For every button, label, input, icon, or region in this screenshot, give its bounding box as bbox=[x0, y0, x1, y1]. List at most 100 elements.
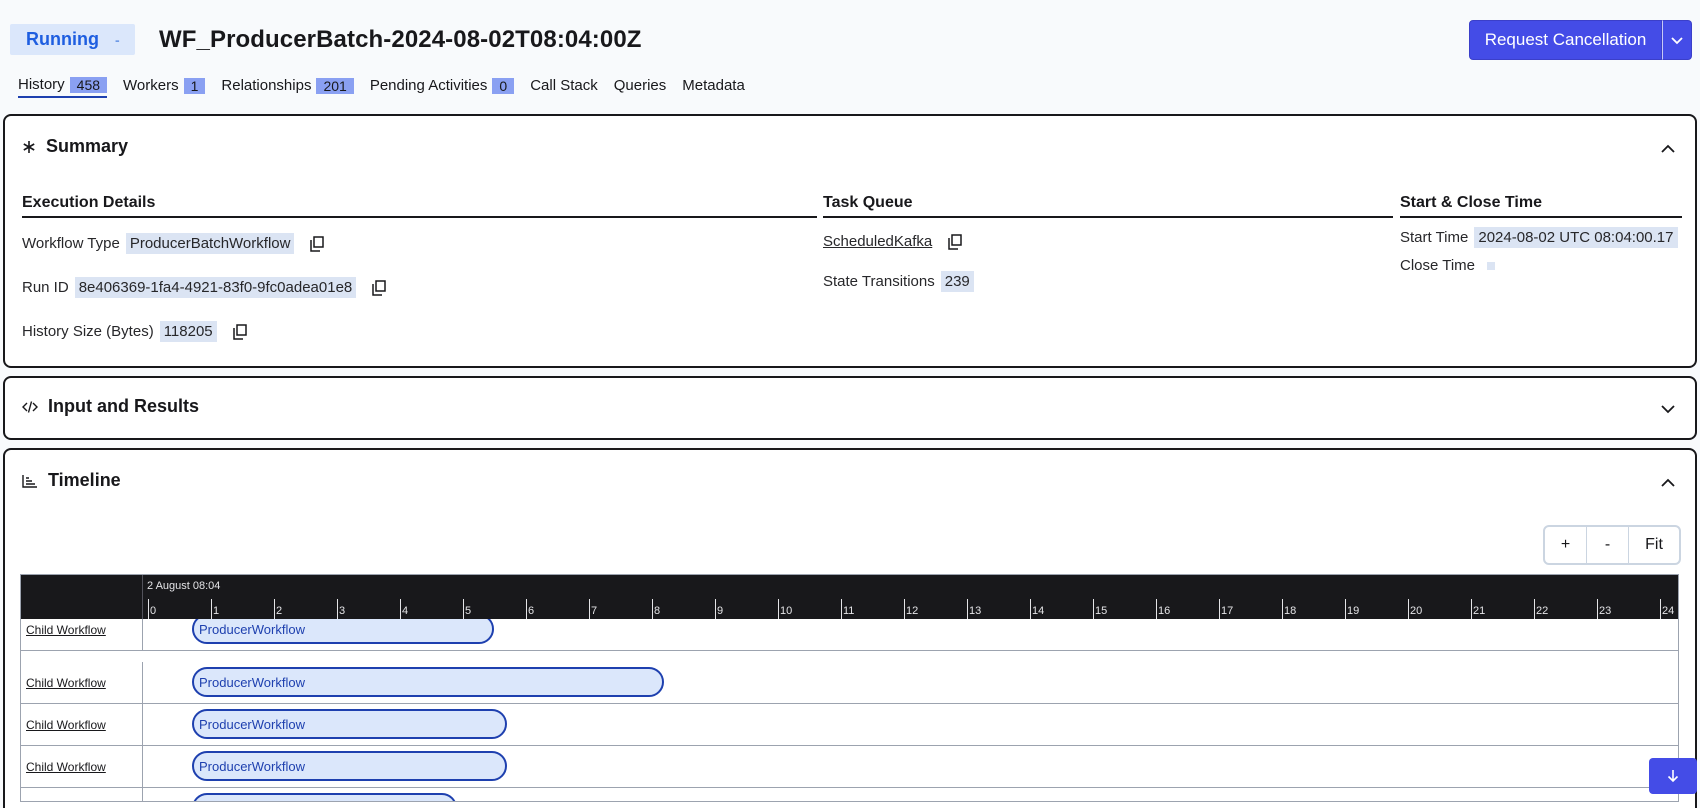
scroll-down-button[interactable] bbox=[1649, 758, 1697, 794]
summary-title: Summary bbox=[46, 136, 129, 156]
child-workflow-link[interactable]: Child Workflow bbox=[21, 704, 143, 745]
zoom-out-button[interactable]: - bbox=[1587, 527, 1629, 563]
close-time-empty-value bbox=[1487, 261, 1496, 270]
chevron-up-icon[interactable] bbox=[1659, 474, 1677, 492]
timeline-row: Child Workflow ProducerWorkflow bbox=[21, 746, 1678, 788]
execution-details-heading: Execution Details bbox=[22, 194, 817, 218]
close-time-field: Close Time bbox=[1400, 257, 1496, 274]
timeline-row: Child Workflow ProducerWorkflow bbox=[21, 704, 1678, 746]
axis-tick: 19 bbox=[1345, 599, 1359, 619]
start-time-value: 2024-08-02 UTC 08:04:00.17 bbox=[1474, 227, 1678, 248]
axis-tick: 10 bbox=[778, 599, 792, 619]
task-queue-link[interactable]: ScheduledKafka bbox=[823, 233, 932, 250]
axis-tick: 1 bbox=[211, 599, 219, 619]
state-transitions-label: State Transitions bbox=[823, 273, 935, 290]
history-size-value: 118205 bbox=[159, 321, 217, 342]
axis-tick: 0 bbox=[148, 599, 156, 619]
request-cancellation-button[interactable]: Request Cancellation bbox=[1469, 20, 1662, 60]
axis-tick: 15 bbox=[1093, 599, 1107, 619]
state-transitions-value: 239 bbox=[940, 271, 974, 292]
run-id-value: 8e406369-1fa4-4921-83f0-9fc0adea01e8 bbox=[74, 277, 357, 298]
status-dash: - bbox=[114, 31, 120, 48]
tab-label: Pending Activities bbox=[369, 77, 488, 94]
timeline-axis: 2 August 08:04 0 1 2 3 4 5 6 7 8 9 10 11 12 13 14 15 16 1… bbox=[21, 575, 1678, 619]
tab-queries[interactable]: Queries bbox=[614, 76, 667, 98]
axis-tick: 3 bbox=[337, 599, 345, 619]
axis-tick: 17 bbox=[1219, 599, 1233, 619]
status-badge: Running - bbox=[10, 24, 135, 55]
input-results-header[interactable]: Input and Results bbox=[22, 396, 199, 417]
workflow-type-field: Workflow Type ProducerBatchWorkflow bbox=[22, 233, 325, 254]
tab-label: History bbox=[18, 76, 65, 93]
copy-icon[interactable] bbox=[232, 323, 247, 340]
asterisk-icon bbox=[23, 140, 35, 153]
axis-tick: 14 bbox=[1030, 599, 1044, 619]
summary-header[interactable]: Summary bbox=[22, 136, 128, 157]
timeline-zoom-controls: + - Fit bbox=[1543, 525, 1681, 565]
axis-tick: 5 bbox=[463, 599, 471, 619]
tab-pending-activities[interactable]: Pending Activities 0 bbox=[369, 76, 515, 98]
tab-count-badge: 1 bbox=[183, 77, 206, 94]
cancellation-dropdown-button[interactable] bbox=[1662, 20, 1692, 60]
tab-label: Workers bbox=[123, 77, 179, 94]
page-title: WF_ProducerBatch-2024-08-02T08:04:00Z bbox=[159, 26, 642, 53]
tab-label: Relationships bbox=[221, 77, 312, 94]
tab-label: Queries bbox=[613, 77, 667, 94]
chevron-up-icon[interactable] bbox=[1659, 140, 1677, 158]
start-time-field: Start Time 2024-08-02 UTC 08:04:00.17 bbox=[1400, 227, 1678, 248]
axis-tick: 12 bbox=[904, 599, 918, 619]
timeline-bar[interactable]: ProducerWorkflow bbox=[192, 793, 457, 801]
tab-relationships[interactable]: Relationships 201 bbox=[221, 76, 354, 98]
tab-label: Metadata bbox=[682, 77, 745, 94]
state-transitions-field: State Transitions 239 bbox=[823, 271, 974, 292]
timeline-header[interactable]: Timeline bbox=[22, 470, 121, 491]
axis-tick: 8 bbox=[652, 599, 660, 619]
workflow-type-value: ProducerBatchWorkflow bbox=[125, 233, 295, 254]
start-time-label: Start Time bbox=[1400, 229, 1469, 246]
task-queue-field: ScheduledKafka bbox=[823, 233, 962, 250]
code-icon bbox=[22, 400, 38, 413]
tab-history[interactable]: History 458 bbox=[18, 76, 108, 98]
tab-count-badge: 458 bbox=[69, 76, 108, 93]
run-id-label: Run ID bbox=[22, 279, 69, 296]
start-close-time-heading: Start & Close Time bbox=[1400, 194, 1682, 218]
timeline-row: Child Workflow ProducerWorkflow bbox=[21, 662, 1678, 704]
axis-tick: 13 bbox=[967, 599, 981, 619]
fit-button[interactable]: Fit bbox=[1629, 527, 1679, 563]
tab-workers[interactable]: Workers 1 bbox=[123, 76, 206, 98]
copy-icon[interactable] bbox=[372, 279, 387, 296]
tab-call-stack[interactable]: Call Stack bbox=[530, 76, 598, 98]
child-workflow-link[interactable]: Child Workflow bbox=[21, 662, 143, 703]
axis-tick: 24 bbox=[1660, 599, 1674, 619]
child-workflow-link[interactable]: Child Workflow bbox=[21, 746, 143, 787]
tab-count-badge: 201 bbox=[316, 77, 354, 94]
child-workflow-link[interactable]: Child Workflow bbox=[21, 788, 143, 801]
tab-metadata[interactable]: Metadata bbox=[682, 76, 745, 98]
arrow-down-icon bbox=[1667, 770, 1679, 783]
axis-tick: 2 bbox=[274, 599, 282, 619]
tab-label: Call Stack bbox=[530, 77, 598, 94]
summary-panel: Summary Execution Details Workflow Type … bbox=[3, 114, 1697, 368]
input-results-title: Input and Results bbox=[48, 396, 200, 416]
zoom-in-button[interactable]: + bbox=[1545, 527, 1587, 563]
axis-tick: 23 bbox=[1597, 599, 1611, 619]
history-size-label: History Size (Bytes) bbox=[22, 323, 154, 340]
copy-icon[interactable] bbox=[948, 233, 962, 250]
chevron-down-icon[interactable] bbox=[1659, 400, 1677, 418]
axis-tick: 18 bbox=[1282, 599, 1296, 619]
axis-tick: 22 bbox=[1534, 599, 1548, 619]
input-results-panel: Input and Results bbox=[3, 376, 1697, 440]
timeline-bar[interactable]: ProducerWorkflow bbox=[192, 667, 664, 697]
axis-tick: 6 bbox=[526, 599, 534, 619]
task-queue-heading: Task Queue bbox=[823, 194, 1393, 218]
timeline-bar[interactable]: ProducerWorkflow bbox=[192, 751, 507, 781]
chart-icon bbox=[22, 474, 37, 488]
copy-icon[interactable] bbox=[310, 235, 325, 252]
axis-tick: 9 bbox=[715, 599, 723, 619]
workflow-tabs: History 458 Workers 1 Relationships 201 … bbox=[18, 76, 745, 98]
history-size-field: History Size (Bytes) 118205 bbox=[22, 321, 247, 342]
chevron-down-icon bbox=[1671, 37, 1683, 45]
axis-tick: 11 bbox=[841, 599, 854, 619]
timeline-chart: Child Workflow ProducerWorkflow Child Work… bbox=[20, 574, 1679, 802]
timeline-bar[interactable]: ProducerWorkflow bbox=[192, 709, 507, 739]
